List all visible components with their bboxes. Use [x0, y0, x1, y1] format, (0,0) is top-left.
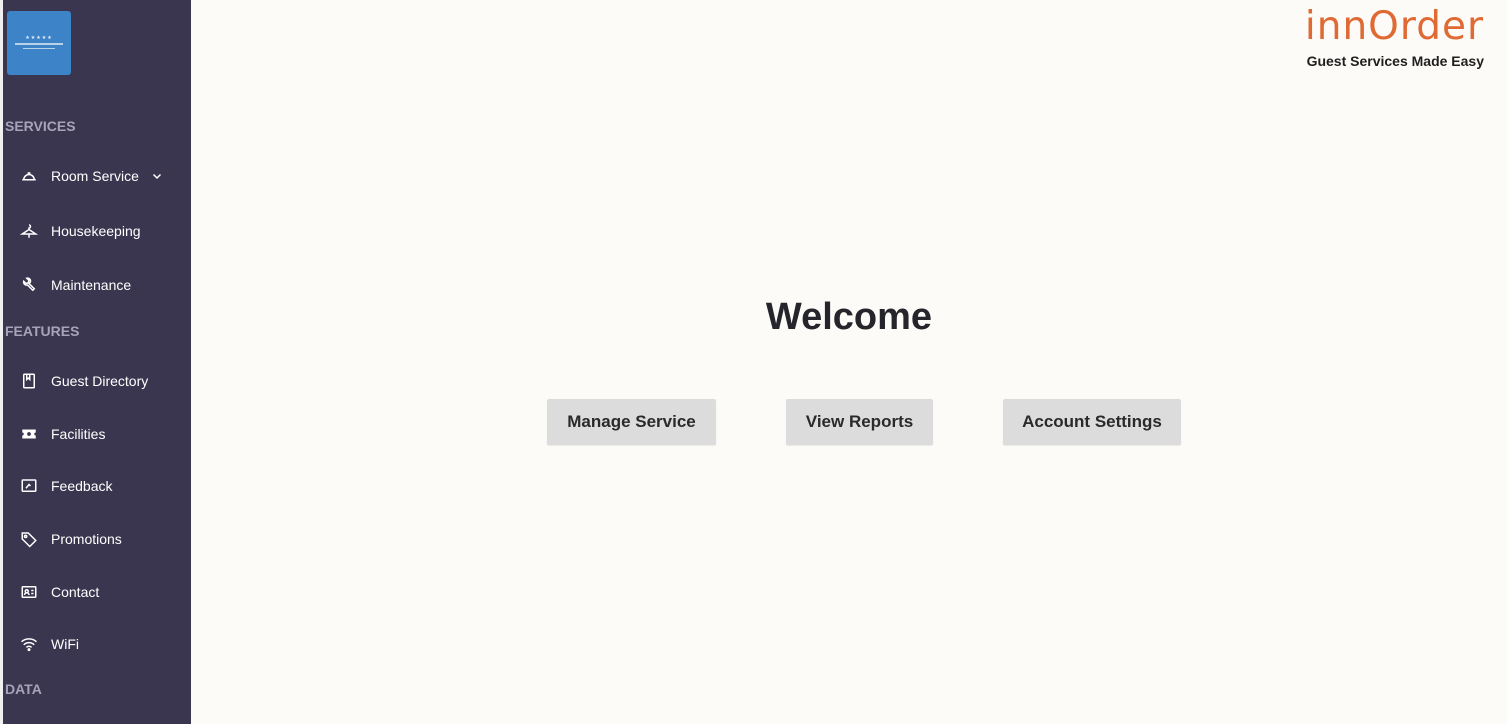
hotel-logo-stars: ★★★★★ [25, 35, 53, 41]
sidebar-item-label: Maintenance [51, 277, 132, 293]
sidebar-item-facilities[interactable]: Facilities [17, 422, 105, 446]
hanger-icon [17, 221, 41, 241]
contact-card-icon [17, 582, 41, 602]
section-label-data: DATA [5, 681, 42, 697]
sidebar-item-label: Room Service [51, 168, 139, 184]
brand-name: innOrder [1304, 4, 1484, 49]
hotel-logo-subline [23, 48, 55, 49]
page-title: Welcome [765, 296, 933, 338]
sidebar-item-maintenance[interactable]: Maintenance [17, 273, 131, 297]
sidebar-item-label: Contact [51, 584, 100, 600]
wifi-icon [17, 634, 41, 654]
brand-tagline: Guest Services Made Easy [1306, 53, 1484, 69]
section-label-features: FEATURES [5, 323, 80, 339]
sidebar-item-label: Facilities [51, 426, 106, 442]
sidebar-item-feedback[interactable]: Feedback [17, 474, 112, 498]
brand-logo: innOrder Guest Services Made Easy [1305, 4, 1484, 69]
wrench-icon [17, 275, 41, 295]
service-bell-icon [17, 166, 41, 186]
sidebar-item-label: Feedback [51, 478, 113, 494]
section-label-services: SERVICES [5, 118, 76, 134]
hotel-logo[interactable]: ★★★★★ [7, 11, 71, 75]
sidebar: ★★★★★ SERVICES Room Service Housekeeping… [0, 0, 191, 724]
ticket-icon [17, 424, 41, 444]
sidebar-item-label: WiFi [51, 636, 79, 652]
chevron-down-icon[interactable] [151, 170, 163, 182]
hotel-logo-wordmark [15, 43, 63, 45]
tag-icon [17, 529, 41, 549]
view-reports-button[interactable]: View Reports [786, 399, 933, 445]
sidebar-item-contact[interactable]: Contact [17, 580, 99, 604]
sidebar-item-guest-directory[interactable]: Guest Directory [17, 369, 148, 393]
sidebar-item-label: Housekeeping [51, 223, 141, 239]
book-icon [17, 371, 41, 391]
sidebar-item-label: Guest Directory [51, 373, 149, 389]
sidebar-item-wifi[interactable]: WiFi [17, 632, 79, 656]
feedback-icon [17, 476, 41, 496]
sidebar-item-room-service[interactable]: Room Service [17, 164, 163, 188]
account-settings-button[interactable]: Account Settings [1003, 399, 1181, 445]
sidebar-item-promotions[interactable]: Promotions [17, 527, 122, 551]
sidebar-item-label: Promotions [51, 531, 122, 547]
manage-service-button[interactable]: Manage Service [547, 399, 716, 445]
sidebar-item-housekeeping[interactable]: Housekeeping [17, 219, 141, 243]
